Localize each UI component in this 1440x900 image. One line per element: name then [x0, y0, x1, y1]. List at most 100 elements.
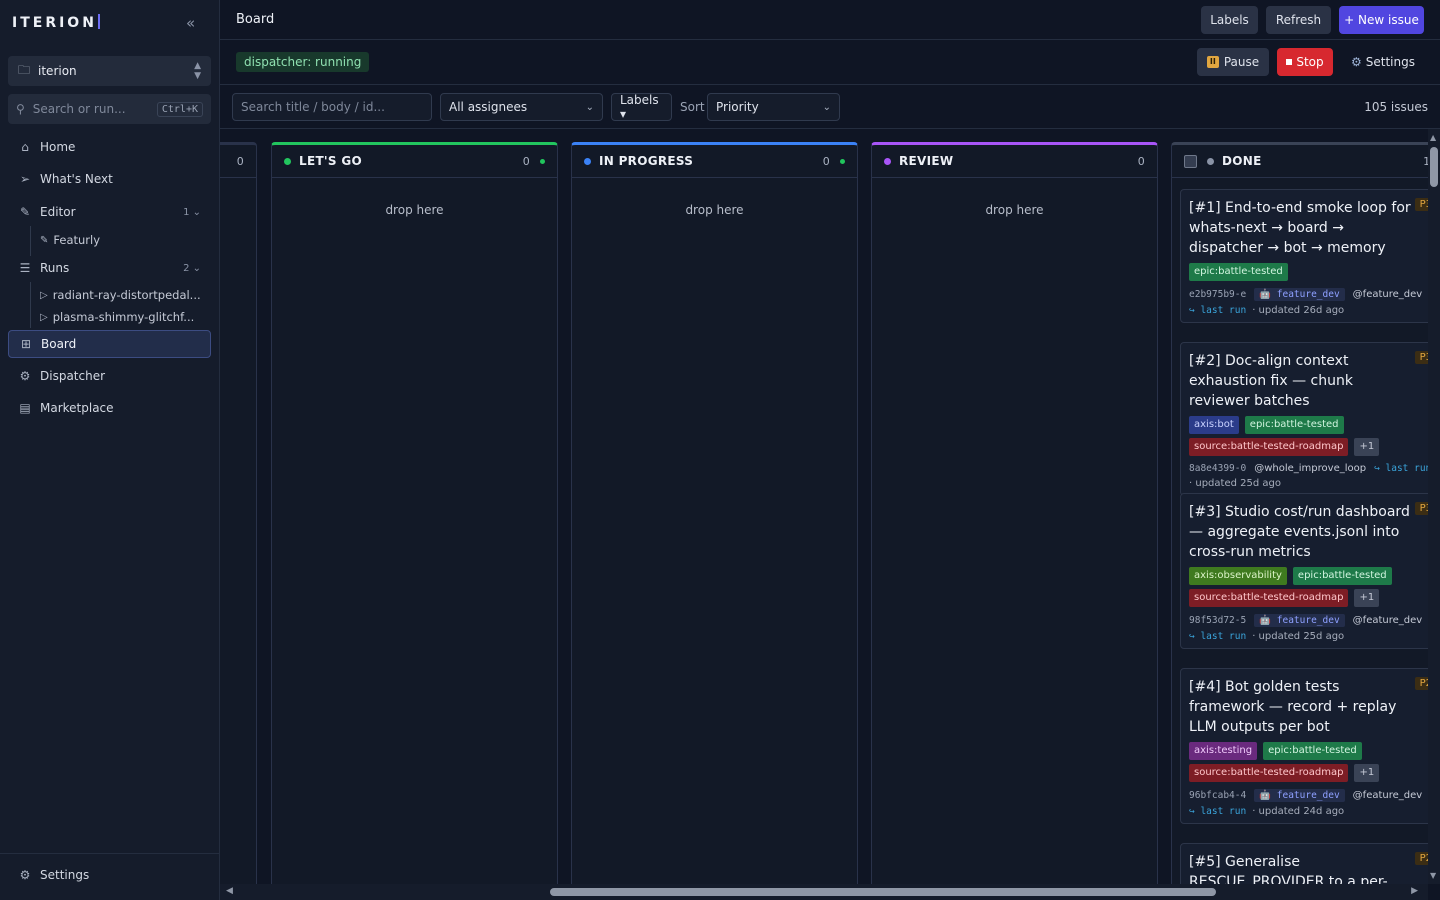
issue-card[interactable]: [#4] Bot golden tests framework — record… — [1180, 668, 1428, 824]
issue-card[interactable]: [#1] End-to-end smoke loop for whats-nex… — [1180, 189, 1428, 323]
label-tag[interactable]: epic:battle-tested — [1189, 263, 1288, 281]
label-tag[interactable]: source:battle-tested-roadmap — [1189, 764, 1349, 782]
refresh-button[interactable]: Refresh — [1266, 6, 1331, 34]
tree-line — [30, 282, 31, 328]
board-column-in-progress[interactable]: IN PROGRESS 0 drop here — [571, 142, 858, 884]
issue-title: [#2] Doc-align context exhaustion fix — … — [1189, 353, 1353, 409]
board-search-input[interactable]: Search title / body / id... — [232, 93, 432, 121]
chevron-down-icon: ⌄ — [822, 101, 831, 113]
board-column-done[interactable]: DONE 105 [#1] End-to-end smoke loop for … — [1171, 142, 1428, 884]
drop-zone[interactable]: drop here — [872, 203, 1157, 217]
more-tags-badge[interactable]: +1 — [1354, 589, 1380, 607]
column-title: LET'S GO — [299, 154, 362, 168]
label-tag[interactable]: axis:observability — [1189, 567, 1287, 585]
sidebar-item-board[interactable]: ⊞ Board — [8, 330, 211, 358]
column-header: 0 — [220, 145, 256, 178]
column-header: LET'S GO 0 — [272, 145, 557, 178]
sort-value: Priority — [716, 100, 759, 114]
select-all-checkbox[interactable] — [1184, 154, 1197, 168]
rocket-icon: ⚙ — [19, 369, 31, 383]
issue-card[interactable]: [#2] Doc-align context exhaustion fix — … — [1180, 342, 1428, 496]
issue-card[interactable]: [#3] Studio cost/run dashboard — aggrega… — [1180, 493, 1428, 649]
updated-time: · updated 26d ago — [1252, 305, 1345, 316]
sort-select[interactable]: Priority ⌄ — [707, 93, 840, 121]
sidebar-search[interactable]: ⚲ Search or run... Ctrl+K — [8, 94, 211, 124]
assignee: @whole_improve_loop — [1254, 463, 1367, 474]
vertical-scrollbar[interactable]: ▲ ▼ — [1428, 129, 1440, 884]
labels-button[interactable]: Labels — [1201, 6, 1258, 34]
sidebar-item-label: Home — [40, 140, 76, 154]
column-count: 0 — [823, 155, 845, 168]
chevron-updown-icon: ▲ ▼ — [194, 61, 201, 81]
shortcut-badge: Ctrl+K — [156, 101, 203, 117]
label-tag[interactable]: source:battle-tested-roadmap — [1189, 438, 1349, 456]
send-icon: ➢ — [19, 172, 31, 186]
drop-zone[interactable]: drop here — [272, 203, 557, 217]
brand-logo[interactable]: ITERION — [12, 14, 100, 31]
horizontal-scrollbar[interactable]: ◀ ▶ — [220, 884, 1428, 900]
assignee-select[interactable]: All assignees ⌄ — [440, 93, 603, 121]
label-tag[interactable]: epic:battle-tested — [1292, 567, 1392, 585]
assignee-value: All assignees — [449, 100, 528, 114]
last-run-link[interactable]: ↪ last run — [1189, 631, 1246, 642]
bot-badge[interactable]: 🤖 feature_dev — [1254, 288, 1345, 301]
label-tag[interactable]: epic:battle-tested — [1244, 416, 1344, 434]
issue-card[interactable]: [#5] Generalise RESCUE_PROVIDER to a per… — [1180, 843, 1428, 884]
project-switcher[interactable]: 🗀 iterion ▲ ▼ — [8, 56, 211, 86]
sidebar-item-dispatcher[interactable]: ⚙ Dispatcher — [8, 362, 211, 390]
label-tag[interactable]: axis:testing — [1189, 742, 1258, 760]
status-dot — [584, 157, 591, 165]
stop-button[interactable]: Stop — [1277, 48, 1333, 76]
scroll-right-arrow-icon[interactable]: ▶ — [1411, 886, 1418, 896]
sidebar-item-editor[interactable]: ✎ Editor 1 ⌄ — [8, 198, 211, 226]
last-run-link[interactable]: ↪ last run — [1189, 305, 1246, 316]
pause-icon: II — [1206, 56, 1219, 68]
run-item[interactable]: ▷ radiant-ray-distortpedal... — [40, 285, 201, 305]
label-tag[interactable]: epic:battle-tested — [1263, 742, 1362, 760]
board-column-review[interactable]: REVIEW 0 drop here — [871, 142, 1158, 884]
more-tags-badge[interactable]: +1 — [1354, 764, 1380, 782]
label-tag[interactable]: axis:bot — [1189, 416, 1239, 434]
sidebar-item-whats-next[interactable]: ➢ What's Next — [8, 165, 211, 193]
play-icon: ▷ — [40, 311, 48, 323]
last-run-link[interactable]: ↪ last run — [1374, 463, 1428, 474]
scroll-down-arrow-icon[interactable]: ▼ — [1430, 871, 1436, 880]
dispatcher-settings-button[interactable]: ⚙ Settings — [1343, 48, 1423, 76]
more-tags-badge[interactable]: +1 — [1354, 438, 1380, 456]
scroll-up-arrow-icon[interactable]: ▲ — [1430, 133, 1436, 142]
editor-child-featurly[interactable]: ✎ Featurly — [40, 230, 100, 250]
run-item[interactable]: ▷ plasma-shimmy-glitchf... — [40, 307, 194, 327]
scrollbar-thumb[interactable] — [1430, 147, 1438, 187]
sidebar-item-home[interactable]: ⌂ Home — [8, 133, 211, 161]
column-header: IN PROGRESS 0 — [572, 145, 857, 178]
bot-badge[interactable]: 🤖 feature_dev — [1254, 789, 1345, 802]
kanban-board[interactable]: 0 LET'S GO 0 drop here IN PROGRESS 0 dro… — [220, 129, 1428, 884]
collapse-sidebar-icon[interactable]: « — [186, 14, 195, 32]
drop-zone[interactable]: drop here — [572, 203, 857, 217]
column-title: REVIEW — [899, 154, 954, 168]
scroll-left-arrow-icon[interactable]: ◀ — [226, 886, 233, 896]
priority-badge: P3 — [1414, 502, 1428, 515]
board-column-lets-go[interactable]: LET'S GO 0 drop here — [271, 142, 558, 884]
labels-filter-button[interactable]: Labels ▾ — [611, 93, 672, 121]
issue-title: [#4] Bot golden tests framework — record… — [1189, 679, 1397, 735]
board-column-partial[interactable]: 0 — [220, 142, 257, 884]
bot-badge[interactable]: 🤖 feature_dev — [1254, 614, 1345, 627]
last-run-link[interactable]: ↪ last run — [1189, 806, 1246, 817]
sidebar-item-label: Settings — [40, 868, 90, 882]
scrollbar-thumb[interactable] — [550, 888, 1216, 896]
dispatcher-settings-label: Settings — [1365, 55, 1415, 69]
gear-icon: ⚙ — [19, 868, 31, 882]
priority-badge: P3 — [1414, 351, 1428, 364]
label-tag[interactable]: source:battle-tested-roadmap — [1189, 589, 1349, 607]
pause-label: Pause — [1223, 55, 1260, 69]
sidebar-item-settings[interactable]: ⚙ Settings — [8, 861, 211, 889]
list-icon: ☰ — [19, 261, 31, 275]
new-issue-button[interactable]: + New issue — [1339, 6, 1424, 34]
edit-icon: ✎ — [40, 234, 49, 246]
pause-button[interactable]: II Pause — [1197, 48, 1269, 76]
sidebar-item-runs[interactable]: ☰ Runs 2 ⌄ — [8, 254, 211, 282]
gear-icon: ⚙ — [1351, 55, 1362, 69]
play-icon: ▷ — [40, 289, 48, 301]
sidebar-item-marketplace[interactable]: ▤ Marketplace — [8, 394, 211, 422]
